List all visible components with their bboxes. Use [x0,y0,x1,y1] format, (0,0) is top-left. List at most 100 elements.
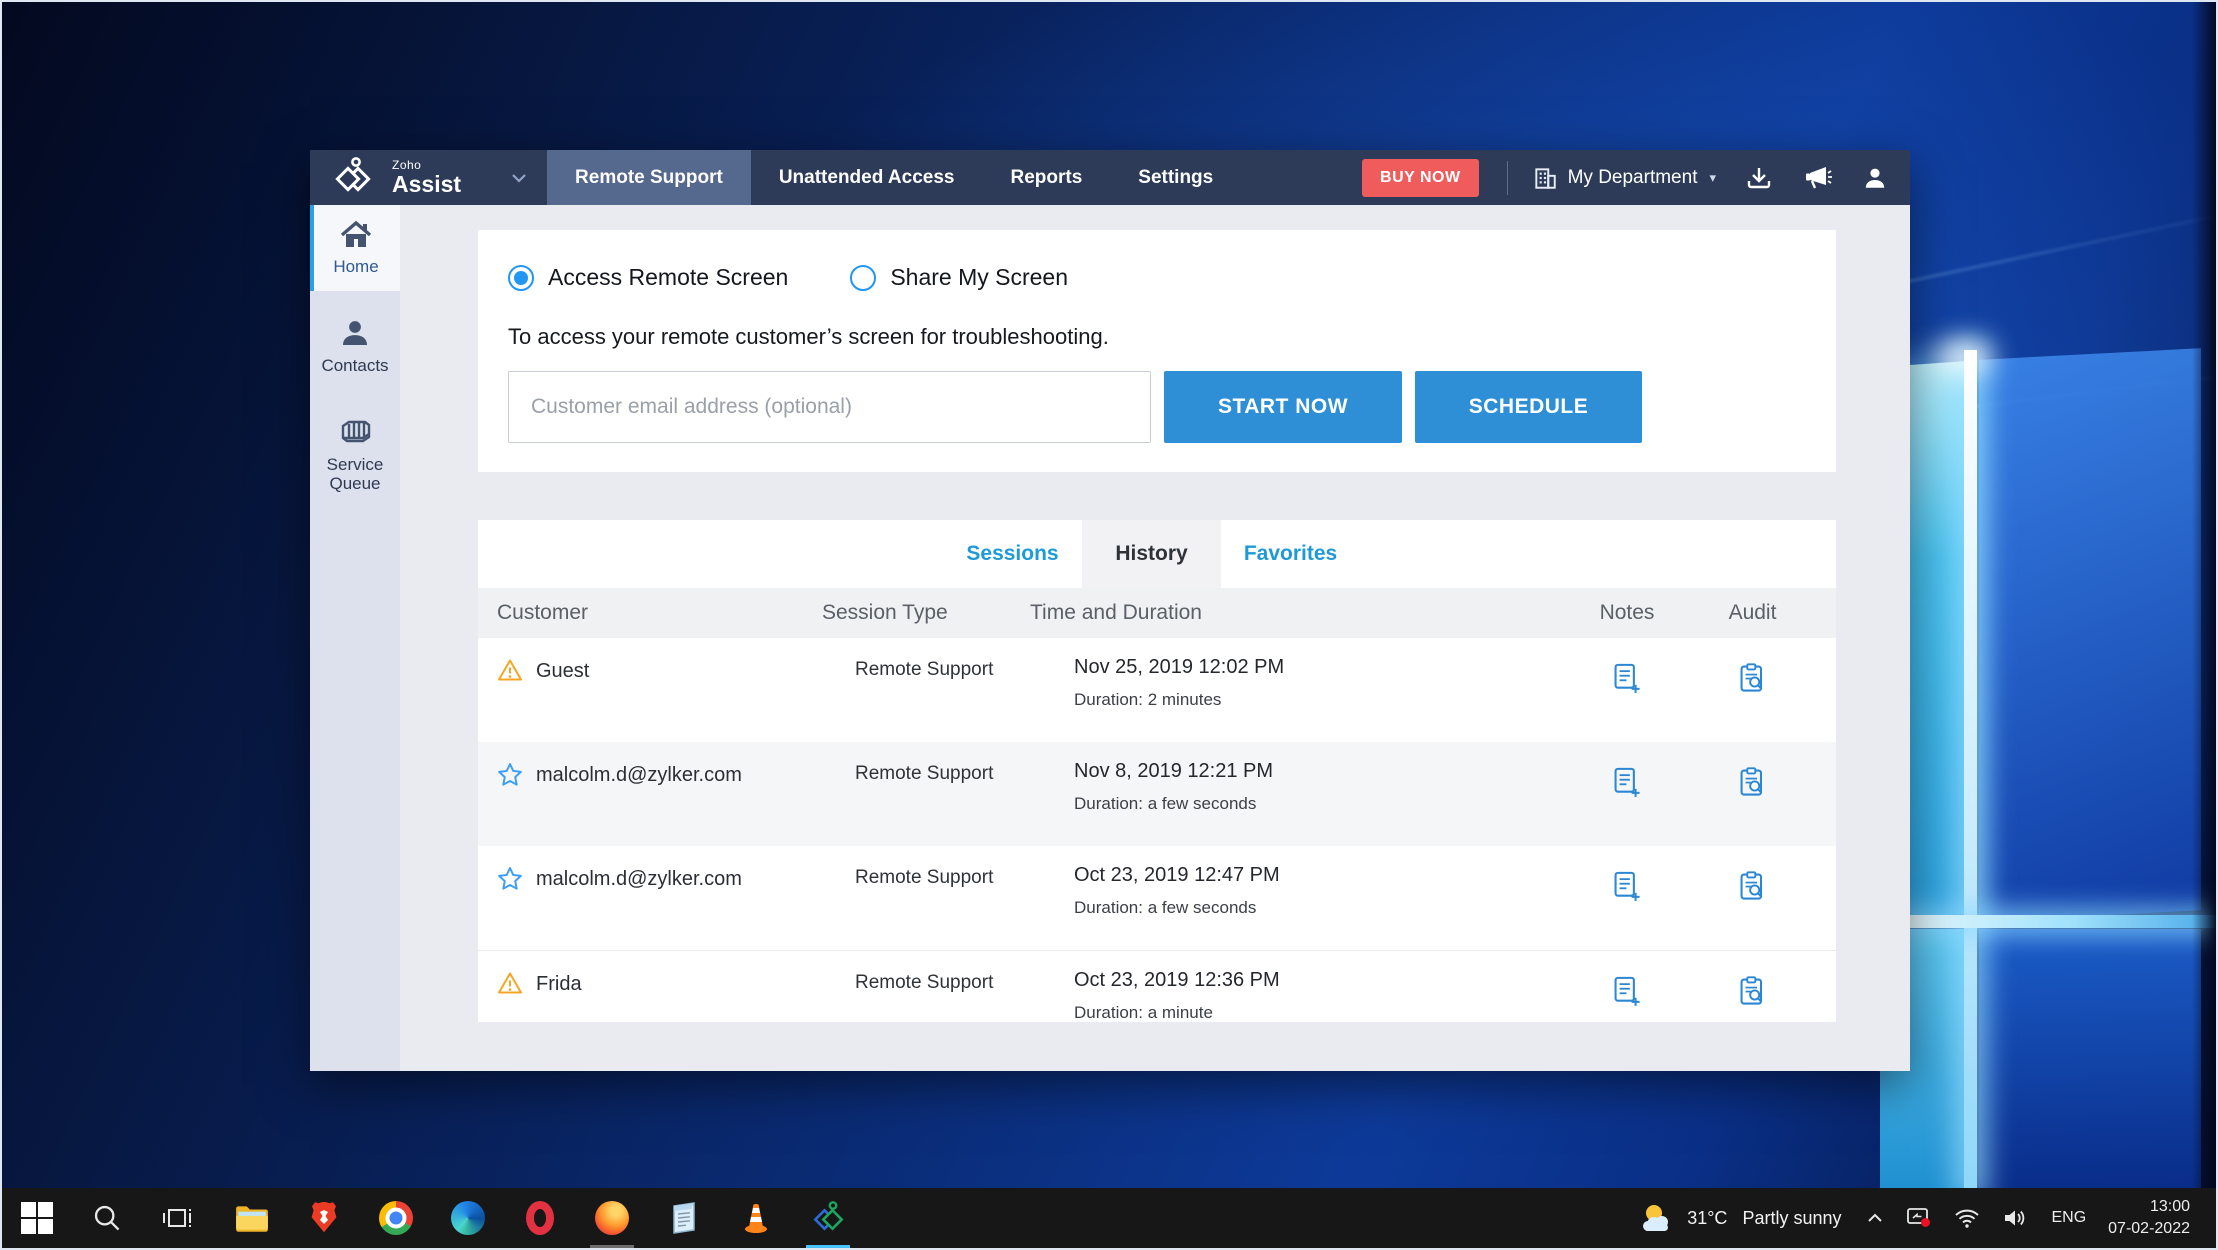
radio-unselected-icon[interactable] [850,265,876,291]
file-explorer-icon[interactable] [216,1188,288,1248]
column-header-audit: Audit [1692,601,1813,625]
add-notes-icon[interactable] [1612,662,1642,742]
add-notes-icon[interactable] [1612,975,1642,1022]
app-brand-text: Zoho Assist [392,159,461,196]
sidebar-item-contacts[interactable]: Contacts [310,303,400,390]
app-logo[interactable]: Zoho Assist [310,150,475,205]
column-header-session-type: Session Type [822,601,1030,625]
share-my-screen-radio[interactable]: Share My Screen [850,264,1068,291]
sidebar-item-service-queue[interactable]: Service Queue [310,402,400,508]
radio-label: Access Remote Screen [548,264,788,291]
taskbar-apps [216,1188,864,1248]
search-icon[interactable] [72,1188,142,1248]
weather-condition: Partly sunny [1742,1208,1841,1228]
audit-cell [1692,638,1813,742]
wallpaper-shade [2192,2,2216,1248]
favorite-star-icon[interactable] [497,762,523,787]
weather-temperature: 31°C [1687,1208,1727,1228]
brand-assist: Assist [392,173,461,196]
customer-name: malcolm.d@zylker.com [536,761,742,787]
notes-cell [1562,951,1692,1022]
warning-icon [497,971,523,995]
opera-icon[interactable] [504,1188,576,1248]
contacts-icon [338,317,372,349]
sidebar-item-home[interactable]: Home [310,205,400,291]
session-type: Remote Support [822,742,1030,846]
session-type: Remote Support [822,846,1030,950]
access-remote-screen-radio[interactable]: Access Remote Screen [508,264,788,291]
session-type: Remote Support [822,638,1030,742]
customer-cell: Guest [497,638,822,742]
buy-now-button[interactable]: BUY NOW [1362,159,1479,197]
nav-tab-unattended-access[interactable]: Unattended Access [751,150,983,205]
audit-cell [1692,951,1813,1022]
audit-cell [1692,846,1813,950]
tab-favorites[interactable]: Favorites [1221,520,1360,588]
remote-access-panel: Access Remote Screen Share My Screen To … [478,230,1836,472]
clock-widget[interactable]: 13:00 07-02-2022 [2098,1196,2200,1239]
nav-divider [1507,161,1508,195]
notes-cell [1562,742,1692,846]
table-row: malcolm.d@zylker.com Remote Support Nov … [478,742,1836,846]
nav-right-cluster: BUY NOW My Department ▾ [1362,150,1910,205]
start-icon[interactable] [2,1188,72,1248]
zoho-assist-icon[interactable] [792,1188,864,1248]
session-duration: Duration: a few seconds [1074,898,1562,918]
zoho-assist-window: Zoho Assist Remote Support Unattended Ac… [310,150,1910,1071]
view-audit-icon[interactable] [1738,870,1768,950]
tab-sessions[interactable]: Sessions [943,520,1082,588]
customer-name: Frida [536,970,582,996]
sessions-panel: Sessions History Favorites Customer Sess… [478,520,1836,1022]
start-now-button[interactable]: START NOW [1164,371,1402,443]
customer-email-input[interactable] [508,371,1151,443]
volume-icon[interactable] [1991,1188,2039,1248]
app-switcher-chevron-down-icon[interactable] [511,150,527,205]
nav-tab-remote-support[interactable]: Remote Support [547,150,751,205]
session-time: Oct 23, 2019 12:36 PM [1074,969,1562,992]
brave-icon[interactable] [288,1188,360,1248]
session-time: Oct 23, 2019 12:47 PM [1074,864,1562,887]
firefox-icon[interactable] [576,1188,648,1248]
account-icon[interactable] [1862,165,1888,191]
view-audit-icon[interactable] [1738,975,1768,1022]
department-label: My Department [1568,167,1698,189]
session-time: Nov 8, 2019 12:21 PM [1074,760,1562,783]
language-indicator[interactable]: ENG [2039,1209,2098,1227]
session-action-row: START NOW SCHEDULE [508,371,1806,443]
chrome-icon[interactable] [360,1188,432,1248]
department-selector[interactable]: My Department ▾ [1532,165,1716,191]
task-view-icon[interactable] [142,1188,212,1248]
session-type: Remote Support [822,951,1030,1022]
edge-icon[interactable] [432,1188,504,1248]
customer-cell: malcolm.d@zylker.com [497,846,822,950]
brand-zoho: Zoho [392,159,461,171]
customer-cell: malcolm.d@zylker.com [497,742,822,846]
wallpaper-glow [1932,342,1992,372]
wifi-icon[interactable] [1943,1188,1991,1248]
add-notes-icon[interactable] [1612,766,1642,846]
add-notes-icon[interactable] [1612,870,1642,950]
schedule-button[interactable]: SCHEDULE [1415,371,1642,443]
windows-taskbar: 31°C Partly sunny [2,1188,2216,1248]
vlc-icon[interactable] [720,1188,792,1248]
view-audit-icon[interactable] [1738,662,1768,742]
nav-tab-settings[interactable]: Settings [1110,150,1241,205]
radio-selected-icon[interactable] [508,265,534,291]
download-icon[interactable] [1746,165,1772,191]
screen-share-icon[interactable] [1895,1188,1943,1248]
desktop-screen: Zoho Assist Remote Support Unattended Ac… [0,0,2218,1250]
taskbar-tray: 31°C Partly sunny [1625,1188,2216,1248]
sidebar-item-label: Service Queue [312,455,398,494]
zoho-assist-logo-icon [332,156,380,200]
view-audit-icon[interactable] [1738,766,1768,846]
tab-history[interactable]: History [1082,520,1221,588]
table-row: malcolm.d@zylker.com Remote Support Oct … [478,846,1836,950]
favorite-star-icon[interactable] [497,866,523,891]
chevron-up-icon[interactable] [1855,1188,1895,1248]
radio-label: Share My Screen [890,264,1068,291]
nav-tab-reports[interactable]: Reports [982,150,1110,205]
announcement-icon[interactable] [1802,164,1832,192]
weather-widget[interactable]: 31°C Partly sunny [1625,1188,1855,1248]
notepad-icon[interactable] [648,1188,720,1248]
time-cell: Nov 8, 2019 12:21 PM Duration: a few sec… [1030,742,1562,846]
